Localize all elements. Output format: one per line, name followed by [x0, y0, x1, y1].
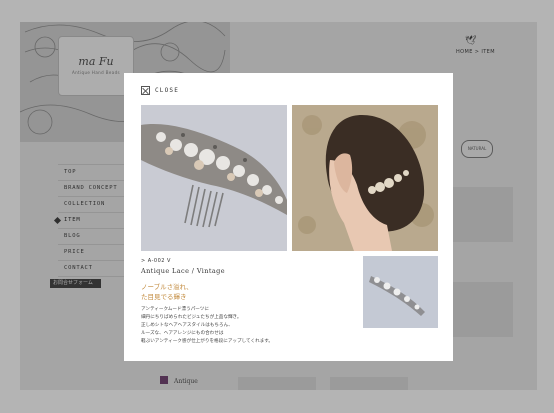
description-line: 正しめシトなヘアヘアスタイルはもちろん、: [141, 323, 233, 328]
item-description: アンティークムード漂うパーツに 細丹にちりばめられたビジュたちが上品な輝き。 正…: [141, 306, 341, 346]
catch-line: た目見でる輝き: [141, 293, 187, 301]
close-icon: [141, 86, 150, 95]
item-code: > A-002 V: [141, 258, 171, 264]
item-modal: CLOSE > A-002 V Antique Lace / Vintage ノ…: [124, 73, 453, 361]
page: ma Fu Antique Hand Beads 🕊 HOME > ITEM N…: [0, 0, 554, 413]
product-photo-side[interactable]: [363, 256, 438, 328]
close-label: CLOSE: [155, 87, 180, 94]
item-catchcopy: ノーブルさ溢れ、 た目見でる輝き: [141, 282, 193, 302]
model-photo[interactable]: [292, 105, 438, 251]
description-line: 細丹にちりばめられたビジュたちが上品な輝き。: [141, 315, 242, 320]
catch-line: ノーブルさ溢れ、: [141, 283, 193, 291]
description-line: 軽ぶいアンティーク感が仕上がりを格段にアップしてくれます。: [141, 339, 274, 344]
item-title: Antique Lace / Vintage: [141, 267, 225, 275]
description-line: アンティークムード漂うパーツに: [141, 307, 209, 312]
description-line: ルーズな、ヘアアレンジにもの合わせは: [141, 331, 224, 336]
product-photo-comb[interactable]: [141, 105, 287, 251]
